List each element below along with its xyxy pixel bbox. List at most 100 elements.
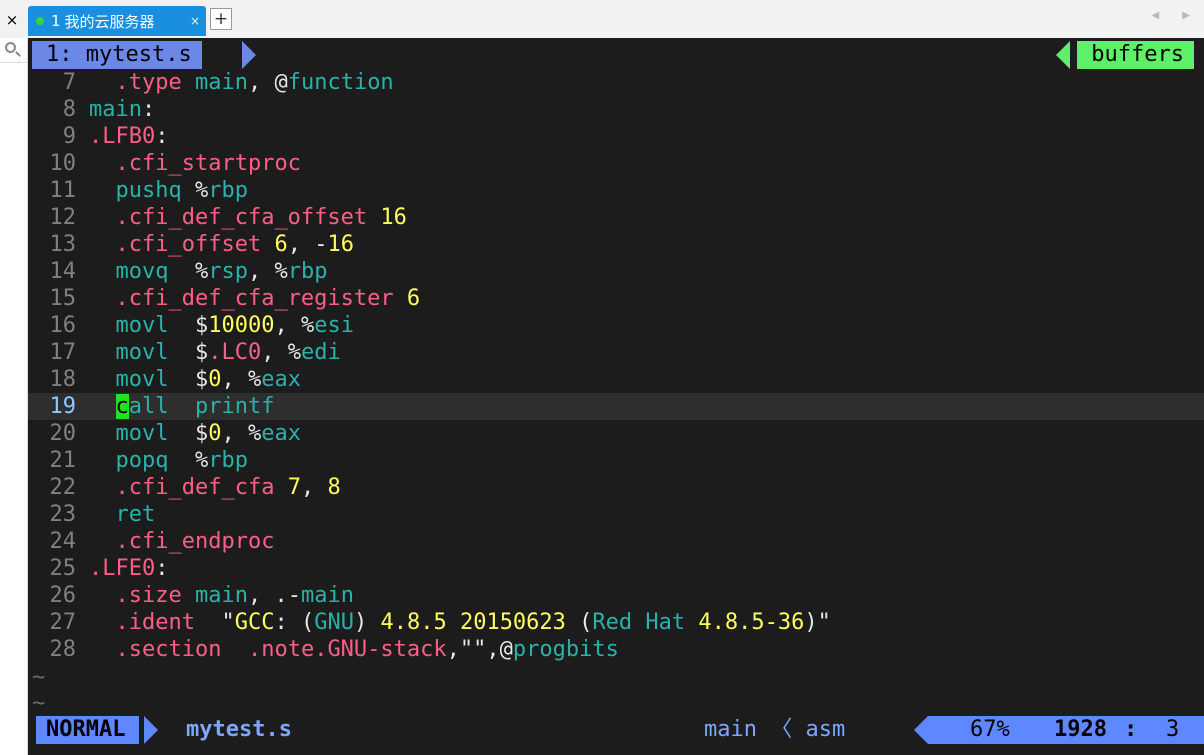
code-token: movl: [115, 313, 169, 338]
code-token: 6: [406, 286, 421, 311]
new-tab-button[interactable]: +: [210, 8, 232, 30]
line-number: 23: [49, 502, 77, 527]
tab-close-icon[interactable]: ×: [190, 14, 200, 28]
code-line[interactable]: 27 .ident "GCC: (GNU) 4.8.5 20150623 (Re…: [28, 609, 1204, 636]
code-line[interactable]: 17 movl $.LC0, %edi: [28, 339, 1204, 366]
code-line[interactable]: 24 .cfi_endproc: [28, 528, 1204, 555]
code-line[interactable]: 20 movl $0, %eax: [28, 420, 1204, 447]
code-token: 6: [274, 232, 288, 257]
code-token: movl: [115, 340, 169, 365]
code-token: function: [287, 70, 394, 95]
code-token: .cfi_def_cfa_offset: [115, 205, 368, 230]
code-line[interactable]: 26 .size main, .-main: [28, 582, 1204, 609]
code-token: , %: [274, 313, 315, 338]
buffer-tab-arrow: [242, 41, 256, 69]
code-token: :: [155, 556, 169, 581]
code-line[interactable]: 21 popq %rbp: [28, 447, 1204, 474]
code-token: main: [194, 583, 248, 608]
code-line[interactable]: 22 .cfi_def_cfa 7, 8: [28, 474, 1204, 501]
status-line-number: 1928: [1054, 717, 1107, 742]
code-token: rbp: [287, 259, 328, 284]
code-token: %: [168, 259, 209, 284]
code-token: rsp: [208, 259, 248, 284]
empty-line-marker: ~: [32, 665, 46, 690]
code-token: GCC: [234, 610, 275, 635]
code-line[interactable]: 28 .section .note.GNU-stack,"",@progbits: [28, 636, 1204, 663]
code-token: rbp: [208, 448, 248, 473]
status-filename: mytest.s: [186, 717, 292, 742]
code-token: rbp: [208, 178, 248, 203]
line-number: 26: [49, 583, 77, 608]
line-number: 27: [49, 610, 77, 635]
code-line[interactable]: 18 movl $0, %eax: [28, 366, 1204, 393]
code-token: .ident: [115, 610, 195, 635]
left-sidebar: [0, 38, 28, 755]
code-line[interactable]: 9 .LFB0:: [28, 123, 1204, 150]
code-token: GNU: [314, 610, 354, 635]
code-token: .LC0: [208, 340, 262, 365]
code-token: :: [155, 124, 169, 149]
line-number: 9: [62, 124, 76, 149]
mode-arrow: [144, 716, 158, 744]
code-token: 4.8.5-36: [698, 610, 805, 635]
code-line[interactable]: 25 .LFE0:: [28, 555, 1204, 582]
code-line[interactable]: 12 .cfi_def_cfa_offset 16: [28, 204, 1204, 231]
code-token: popq: [115, 448, 169, 473]
code-line[interactable]: 7 .type main, @function: [28, 69, 1204, 96]
code-token: $: [168, 421, 209, 446]
code-token: esi: [314, 313, 354, 338]
search-icon[interactable]: [5, 42, 16, 53]
line-number: 19: [49, 394, 77, 419]
terminal-view[interactable]: 1: mytest.s buffers 7 .type main, @funct…: [28, 38, 1204, 755]
tab-scroll-arrows-icon[interactable]: ◀ ▶: [1151, 10, 1200, 21]
code-line[interactable]: 14 movq %rsp, %rbp: [28, 258, 1204, 285]
code-token: 16: [380, 205, 407, 230]
tab-session[interactable]: 1 我的云服务器 ×: [28, 6, 206, 36]
line-number: 17: [49, 340, 77, 365]
line-number: 12: [49, 205, 77, 230]
line-number: 24: [49, 529, 77, 554]
code-token: $: [168, 340, 209, 365]
code-line[interactable]: 8 main:: [28, 96, 1204, 123]
buffers-label: buffers: [1077, 41, 1194, 69]
code-line[interactable]: 16 movl $10000, %esi: [28, 312, 1204, 339]
code-token: edi: [300, 340, 341, 365]
close-session-button[interactable]: ×: [0, 7, 24, 33]
code-token: ": [194, 610, 235, 635]
code-line-current[interactable]: 19 call printf: [28, 393, 1204, 420]
code-token: : (: [274, 610, 315, 635]
code-token: .LFB0: [89, 124, 156, 149]
line-number: 14: [49, 259, 77, 284]
code-line[interactable]: 23 ret: [28, 501, 1204, 528]
code-line[interactable]: 15 .cfi_def_cfa_register 6: [28, 285, 1204, 312]
code-line[interactable]: 13 .cfi_offset 6, -16: [28, 231, 1204, 258]
line-number: 13: [49, 232, 77, 257]
code-token: , .-: [247, 583, 301, 608]
text-cursor: c: [115, 394, 129, 419]
code-token: ret: [115, 502, 156, 527]
status-column-number: 3: [1166, 717, 1180, 742]
code-token: Red Hat: [592, 610, 686, 635]
code-token: eax: [261, 367, 301, 392]
code-token: .size: [115, 583, 182, 608]
code-line[interactable]: 10 .cfi_startproc: [28, 150, 1204, 177]
buffer-tab[interactable]: 1: mytest.s: [32, 41, 202, 69]
code-line[interactable]: 11 pushq %rbp: [28, 177, 1204, 204]
